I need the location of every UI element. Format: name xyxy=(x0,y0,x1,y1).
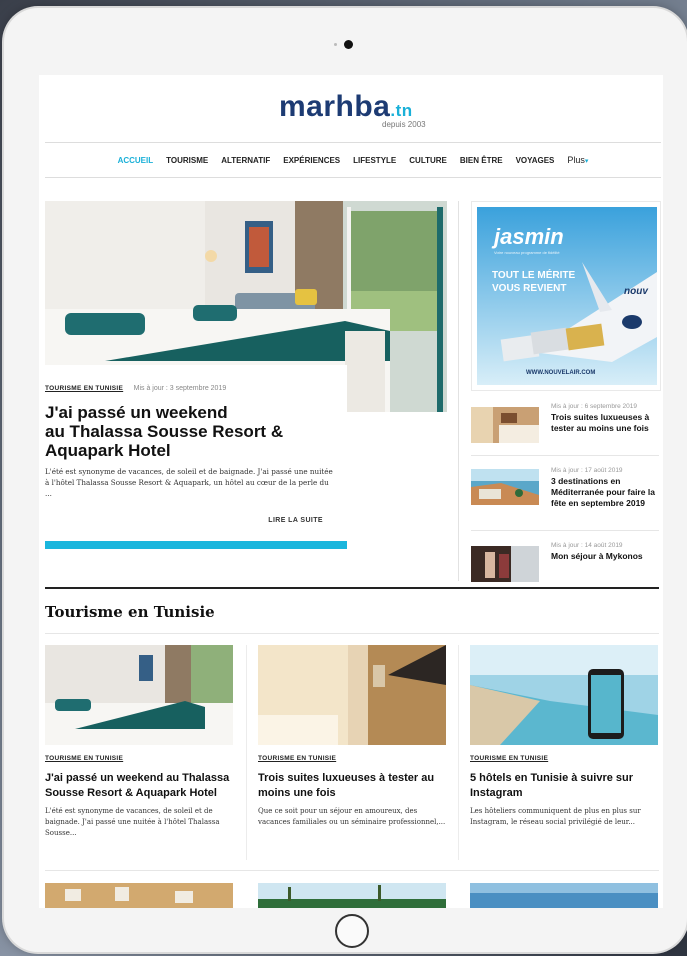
browser-screen: marhba.tn depuis 2003 ACCUEIL TOURISME A… xyxy=(39,75,663,908)
ad-plane-text: nouv xyxy=(624,286,648,297)
hero-category[interactable]: TOURISME EN TUNISIE xyxy=(45,385,123,392)
hero-title-line: Aquapark Hotel xyxy=(45,441,171,460)
hero-title-line: J'ai passé un weekend xyxy=(45,403,228,422)
ad-banner[interactable]: jasmin Votre nouveau programme de fidéli… xyxy=(471,201,661,391)
divider xyxy=(471,455,659,456)
article-card[interactable]: TOURISME EN TUNISIE J'ai passé un weeken… xyxy=(45,645,233,839)
nav-alternatif[interactable]: ALTERNATIF xyxy=(221,156,270,165)
divider xyxy=(45,870,659,871)
card-title[interactable]: J'ai passé un weekend au Thalassa Sousse… xyxy=(45,771,233,801)
nav-bien-etre[interactable]: BIEN ÊTRE xyxy=(460,156,503,165)
hero-accent-bar xyxy=(45,541,347,549)
sidebar-item[interactable]: Mis à jour : 17 août 2019 3 destinations… xyxy=(471,467,659,521)
divider xyxy=(471,530,659,531)
sidebar-thumbnail xyxy=(471,469,539,505)
nav-more[interactable]: Plus▾ xyxy=(567,155,588,165)
ad-brand: jasmin xyxy=(494,224,564,249)
divider xyxy=(246,645,247,860)
hero-date: Mis à jour : 3 septembre 2019 xyxy=(133,385,227,392)
article-card[interactable]: TOURISME EN TUNISIE 5 hôtels en Tunisie … xyxy=(470,645,658,828)
sidebar-title[interactable]: 3 destinations en Méditerranée pour fair… xyxy=(551,476,661,509)
nav-lifestyle[interactable]: LIFESTYLE xyxy=(353,156,396,165)
chevron-down-icon: ▾ xyxy=(584,158,589,165)
main-nav: ACCUEIL TOURISME ALTERNATIF EXPÉRIENCES … xyxy=(45,142,661,178)
ad-url: WWW.NOUVELAIR.COM xyxy=(526,370,596,376)
front-camera xyxy=(344,40,353,49)
card-excerpt: Que ce soit pour un séjour en amoureux, … xyxy=(258,807,446,826)
nav-experiences[interactable]: EXPÉRIENCES xyxy=(283,156,340,165)
ad-headline-1: TOUT LE MÉRITE xyxy=(492,270,576,281)
hero-title[interactable]: J'ai passé un weekend au Thalassa Sousse… xyxy=(45,403,347,460)
section-title[interactable]: Tourisme en Tunisie xyxy=(45,603,215,621)
site-logo[interactable]: marhba.tn xyxy=(279,90,413,124)
card-image[interactable] xyxy=(45,645,233,745)
ad-headline-2: VOUS REVIENT xyxy=(492,283,567,294)
card-image-partial[interactable] xyxy=(258,883,446,908)
tablet-frame: marhba.tn depuis 2003 ACCUEIL TOURISME A… xyxy=(4,8,687,952)
ad-tagline: Votre nouveau programme de fidélité xyxy=(494,250,560,255)
card-image[interactable] xyxy=(470,645,658,745)
sidebar-date: Mis à jour : 6 septembre 2019 xyxy=(551,403,637,410)
card-image-partial[interactable] xyxy=(470,883,658,908)
hero-excerpt: L'été est synonyme de vacances, de solei… xyxy=(45,467,333,498)
card-category[interactable]: TOURISME EN TUNISIE xyxy=(258,755,446,762)
divider xyxy=(45,633,659,634)
nav-accueil[interactable]: ACCUEIL xyxy=(118,156,154,165)
card-image-partial[interactable] xyxy=(45,883,233,908)
home-button[interactable] xyxy=(335,914,369,948)
hero-card: TOURISME EN TUNISIE Mis à jour : 3 septe… xyxy=(45,365,347,535)
sidebar-item[interactable]: Mis à jour : 6 septembre 2019 Trois suit… xyxy=(471,403,659,457)
card-title[interactable]: Trois suites luxueuses à tester au moins… xyxy=(258,771,446,801)
card-excerpt: Les hôteliers communiquent de plus en pl… xyxy=(470,807,641,826)
sidebar-title[interactable]: Mon séjour à Mykonos xyxy=(551,551,661,562)
sidebar-thumbnail xyxy=(471,407,539,443)
logo-main: marhba xyxy=(279,90,391,123)
nav-voyages[interactable]: VOYAGES xyxy=(516,156,555,165)
nav-tourisme[interactable]: TOURISME xyxy=(166,156,208,165)
sensor-dot xyxy=(334,43,337,46)
hero-title-line: au Thalassa Sousse Resort & xyxy=(45,422,284,441)
read-more-link[interactable]: LIRE LA SUITE xyxy=(268,517,323,524)
card-image[interactable] xyxy=(258,645,446,745)
nav-more-label: Plus xyxy=(567,155,585,165)
sidebar-date: Mis à jour : 17 août 2019 xyxy=(551,467,623,474)
nav-culture[interactable]: CULTURE xyxy=(409,156,447,165)
card-title[interactable]: 5 hôtels en Tunisie à suivre sur Instagr… xyxy=(470,771,658,801)
article-card[interactable]: TOURISME EN TUNISIE Trois suites luxueus… xyxy=(258,645,446,828)
sidebar-date: Mis à jour : 14 août 2019 xyxy=(551,542,623,549)
column-divider xyxy=(458,201,459,581)
logo-subtitle: depuis 2003 xyxy=(382,120,426,129)
card-category[interactable]: TOURISME EN TUNISIE xyxy=(45,755,233,762)
card-excerpt: L'été est synonyme de vacances, de solei… xyxy=(45,807,220,837)
sidebar-thumbnail xyxy=(471,546,539,582)
divider xyxy=(458,645,459,860)
card-category[interactable]: TOURISME EN TUNISIE xyxy=(470,755,658,762)
logo-ext: .tn xyxy=(390,101,413,120)
sidebar-title[interactable]: Trois suites luxueuses à tester au moins… xyxy=(551,412,661,434)
section-rule xyxy=(45,587,659,589)
